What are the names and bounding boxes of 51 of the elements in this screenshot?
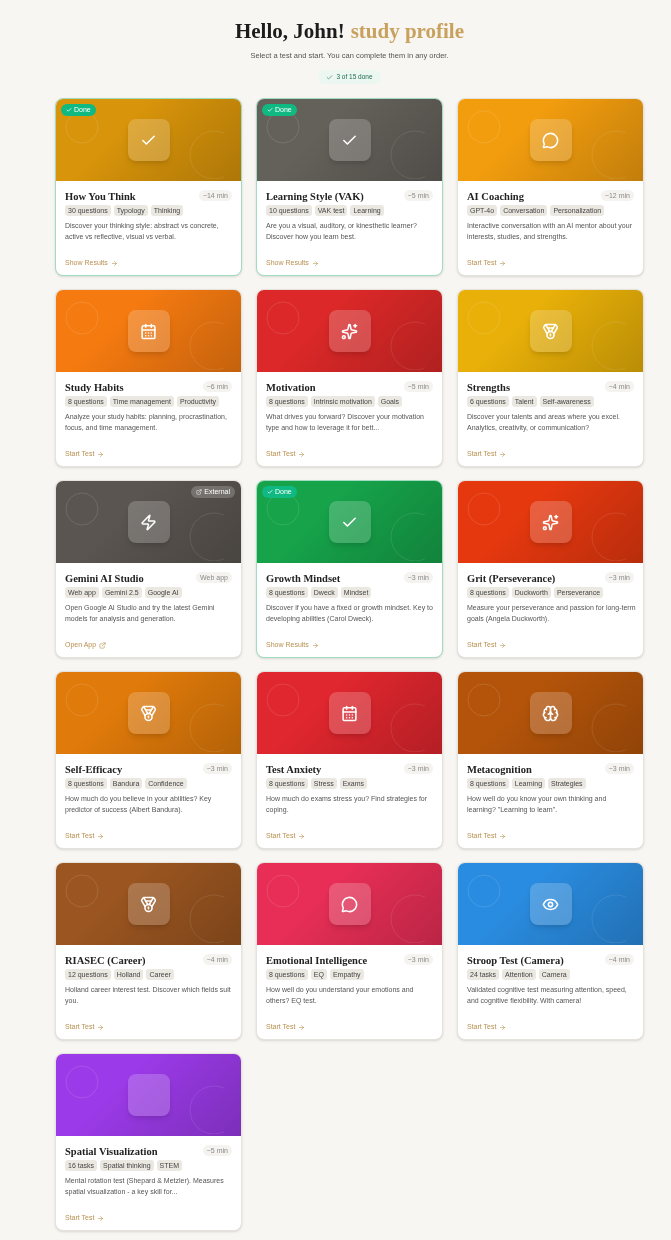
card-title: Grit (Perseverance) [467,572,556,586]
profile-title: study profile [350,18,465,44]
check-icon [267,107,273,114]
card-title: Stroop Test (Camera) [467,954,564,968]
card-title: Study Habits [65,381,124,395]
chat-bubble-icon [542,131,559,149]
card-title: Growth Mindset [266,572,341,586]
icon-tile [127,1074,170,1117]
arrow-right-icon [499,259,507,267]
arrow-right-icon [97,1023,105,1031]
arrow-right-icon [298,832,306,840]
medal-icon [140,895,157,913]
arrow-right-icon [499,832,507,840]
calendar-icon [140,322,157,340]
check-icon [326,73,334,81]
arrow-right-icon [311,641,319,649]
card-title: Learning Style (VAK) [266,190,364,204]
arrow-right-icon [298,450,306,458]
arrow-right-icon [311,259,319,267]
arrow-right-icon [499,641,507,649]
card-title: Gemini AI Studio [65,572,144,586]
card-title: Self-Efficacy [65,763,123,777]
chat-bubble-icon [341,895,358,913]
arrow-right-icon [110,259,118,267]
arrow-right-icon [499,1023,507,1031]
greeting-title: Hello, John! [234,18,345,44]
arrow-right-icon [97,832,105,840]
card-title: Emotional Intelligence [266,954,368,968]
medal-icon [542,322,559,340]
external-link-icon [99,641,107,649]
card-title: Strengths [467,381,510,395]
card-title: Test Anxiety [266,763,322,777]
calendar-icon [341,704,358,722]
sparkles-icon [542,513,559,531]
arrow-right-icon [97,450,105,458]
card-title: Motivation [266,381,316,395]
lightning-icon [140,513,157,531]
arrow-right-icon [499,450,507,458]
arrow-right-icon [298,1023,306,1031]
check-icon [66,107,72,114]
card-title: Spatial Visualization [65,1145,158,1159]
medal-icon [140,704,157,722]
sparkles-icon [341,322,358,340]
arrow-right-icon [97,1214,105,1222]
card-title: AI Coaching [467,190,524,204]
check-icon [267,489,273,496]
external-link-icon [196,489,203,496]
card-title: RIASEC (Career) [65,954,146,968]
brain-icon [542,704,559,722]
card-title: Metacognition [467,763,532,777]
card-title: How You Think [65,190,136,204]
